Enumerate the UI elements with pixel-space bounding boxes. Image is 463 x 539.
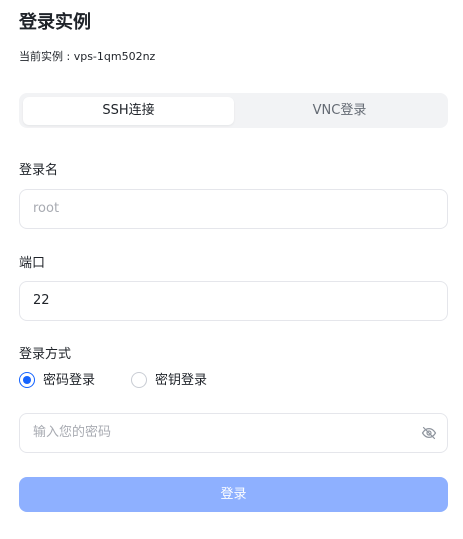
username-placeholder: root [33,201,60,216]
password-field[interactable]: 输入您的密码 [19,413,448,453]
radio-checked-icon [19,372,35,388]
tab-ssh[interactable]: SSH连接 [23,97,234,125]
port-value: 22 [33,293,50,308]
tab-vnc[interactable]: VNC登录 [234,97,445,125]
username-label: 登录名 [19,163,59,178]
current-instance-text: 当前实例 : vps-1qm502nz [19,50,156,63]
login-method-label: 登录方式 [19,347,72,362]
port-label: 端口 [19,256,46,271]
eye-off-icon[interactable] [421,425,437,441]
radio-unchecked-icon [131,372,147,388]
radio-key-login[interactable]: 密钥登录 [131,372,221,390]
radio-password-label: 密码登录 [43,373,96,388]
password-placeholder: 输入您的密码 [33,425,112,440]
page-title: 登录实例 [19,12,91,33]
login-type-tabs: SSH连接 VNC登录 [19,93,448,128]
radio-key-label: 密钥登录 [155,373,208,388]
radio-password-login[interactable]: 密码登录 [19,372,109,390]
login-button[interactable]: 登录 [19,477,448,512]
username-field[interactable]: root [19,189,448,229]
port-field[interactable]: 22 [19,281,448,321]
